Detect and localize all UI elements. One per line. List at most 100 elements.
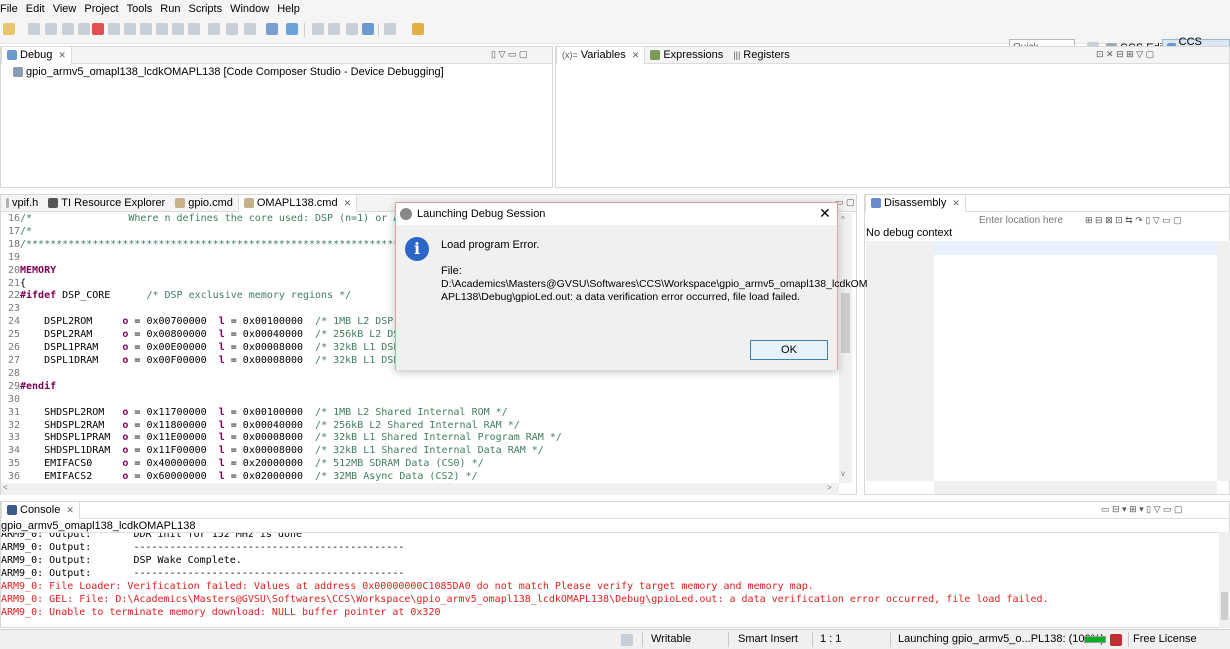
dialog-path-line2: APL138\Debug\gpioLed.out: a data verific… — [441, 291, 800, 303]
step-return-icon[interactable] — [140, 23, 152, 35]
variables-toolbar-icons[interactable]: ⊡ ✕ ⊟ ⊞ ▽ ▢ — [1096, 49, 1154, 60]
debug-view: Debug ✕ ▯ ▽ ▭ ▢ gpio_armv5_omapl138_lcdkO… — [0, 46, 553, 188]
line-number: 35 — [7, 458, 20, 470]
tab-variables[interactable]: (x)= Variables ✕ — [556, 46, 646, 64]
tab-debug[interactable]: Debug ✕ — [1, 46, 72, 64]
line-number: 17 — [7, 225, 20, 237]
terminate-icon[interactable] — [92, 23, 104, 35]
menu-view[interactable]: View — [53, 3, 85, 15]
tab-ti-resource-explorer[interactable]: TI Resource Explorer — [43, 195, 170, 212]
code-line: 30 — [1, 394, 562, 407]
code-line: 33 SHDSPL1PRAM o = 0x11E00000 l = 0x0000… — [1, 432, 562, 445]
status-license: Free License — [1133, 633, 1197, 645]
menu-project[interactable]: Project — [84, 3, 126, 15]
dialog-file-label: File: — [441, 265, 462, 277]
line-number: 21 — [7, 277, 20, 289]
stop-icon[interactable] — [1110, 634, 1122, 646]
tab-gpio-cmd[interactable]: gpio.cmd — [170, 195, 238, 212]
tab-disassembly[interactable]: Disassembly ✕ — [865, 194, 966, 212]
step-over-icon[interactable] — [124, 23, 136, 35]
ok-button[interactable]: OK — [750, 340, 828, 360]
debug-icon — [7, 50, 17, 60]
line-number: 18 — [7, 238, 20, 250]
close-icon[interactable]: ✕ — [58, 50, 66, 61]
disconnect-icon[interactable] — [226, 23, 238, 35]
close-icon[interactable]: ✕ — [819, 205, 831, 222]
editor-hscrollbar[interactable]: < > — [1, 483, 839, 495]
launch-debug-dialog: Launching Debug Session ✕ i Load program… — [395, 202, 868, 370]
menu-file[interactable]: File — [0, 3, 26, 15]
line-number: 30 — [7, 393, 20, 405]
disassembly-icon — [871, 198, 881, 208]
line-number: 27 — [7, 354, 20, 366]
save-icon[interactable] — [28, 23, 40, 35]
line-number: 32 — [7, 419, 20, 431]
close-icon[interactable]: ✕ — [632, 50, 640, 61]
console-line: ARM9_0: GEL: File: D:\Academics\Masters@… — [1, 594, 1049, 605]
line-number: 28 — [7, 367, 20, 379]
view-menu-icons[interactable]: ▯ ▽ ▭ ▢ — [491, 49, 527, 60]
console-icon — [7, 505, 17, 515]
gear-icon[interactable] — [384, 23, 396, 35]
code-line: 32 SHDSPL2RAM o = 0x11800000 l = 0x00040… — [1, 420, 562, 433]
menu-edit[interactable]: Edit — [26, 3, 53, 15]
load-icon[interactable] — [188, 23, 200, 35]
target-icon[interactable] — [244, 23, 256, 35]
restart-icon[interactable] — [156, 23, 168, 35]
registers-icon: ||| — [733, 50, 741, 60]
debug-icon[interactable] — [266, 23, 278, 35]
main-toolbar: Quick Access CCS Edit CCS Debug — [0, 18, 1230, 64]
menu-run[interactable]: Run — [160, 3, 188, 15]
expressions-icon — [650, 50, 661, 60]
tab-expressions[interactable]: Expressions — [645, 47, 728, 64]
code-line: 36 EMIFACS2 o = 0x60000000 l = 0x0200000… — [1, 471, 562, 483]
info-icon: i — [405, 237, 429, 261]
run-icon[interactable] — [286, 23, 298, 35]
disassembly-view: Disassembly ✕ Enter location here ⊞ ⊟ ⊠ ⊡… — [864, 194, 1230, 495]
ti-icon — [48, 198, 59, 208]
tab-console[interactable]: Console ✕ — [1, 501, 80, 519]
debug-session-item[interactable]: gpio_armv5_omapl138_lcdkOMAPL138 [Code C… — [13, 66, 444, 78]
editor-vscrollbar[interactable]: ^ v — [839, 213, 852, 483]
code-line: 35 EMIFACS0 o = 0x40000000 l = 0x2000000… — [1, 458, 562, 471]
console-vscrollbar[interactable] — [1219, 532, 1230, 628]
step-into-icon[interactable] — [108, 23, 120, 35]
console-output[interactable]: ARM9_0: Output: DDR init for 152 MHz is … — [1, 532, 1219, 628]
close-icon[interactable]: ✕ — [66, 505, 74, 516]
menu-bar: File Edit View Project Tools Run Scripts… — [0, 0, 1230, 18]
save-all-icon[interactable] — [45, 23, 57, 35]
disassembly-ruler — [866, 241, 934, 481]
back-icon[interactable] — [312, 23, 324, 35]
console-line: ARM9_0: Unable to terminate memory downl… — [1, 607, 441, 618]
disassembly-vscrollbar[interactable] — [1217, 241, 1230, 481]
console-line: ARM9_0: Output: ------------------------… — [1, 568, 405, 579]
new-icon[interactable] — [3, 23, 15, 35]
close-icon[interactable]: ✕ — [344, 198, 352, 209]
close-icon[interactable]: ✕ — [952, 198, 960, 209]
location-input[interactable]: Enter location here — [975, 214, 1081, 228]
menu-window[interactable]: Window — [230, 3, 277, 15]
disassembly-hscrollbar[interactable] — [934, 481, 1217, 494]
menu-tools[interactable]: Tools — [127, 3, 161, 15]
status-writable: Writable — [651, 633, 692, 645]
dialog-message: Load program Error. — [441, 239, 540, 251]
status-bar: Writable Smart Insert 1 : 1 Launching gp… — [0, 629, 1230, 649]
tab-registers[interactable]: ||| Registers — [728, 47, 794, 64]
console-toolbar-icons[interactable]: ▭ ⊟ ▾ ⊞ ▾ ▯ ▽ ▭ ▢ — [1101, 504, 1183, 515]
build-icon[interactable] — [62, 23, 74, 35]
menu-scripts[interactable]: Scripts — [188, 3, 230, 15]
disassembly-toolbar-icons[interactable]: ⊞ ⊟ ⊠ ⊡ ⇆ ↷ ▯ ▽ ▭ ▢ — [1085, 215, 1182, 226]
connect-icon[interactable] — [208, 23, 220, 35]
code-line: 34 SHDSPL1DRAM o = 0x11F00000 l = 0x0000… — [1, 445, 562, 458]
line-number: 20 — [7, 264, 20, 276]
window-icon[interactable] — [346, 23, 358, 35]
reset-icon[interactable] — [172, 23, 184, 35]
suspend-icon[interactable] — [78, 23, 90, 35]
pen-icon[interactable] — [412, 23, 424, 35]
menu-help[interactable]: Help — [277, 3, 306, 15]
dialog-titlebar: Launching Debug Session ✕ — [396, 203, 837, 225]
tab-vpif-h[interactable]: vpif.h — [1, 195, 43, 212]
tab-omapl138-cmd[interactable]: OMAPL138.cmd ✕ — [237, 194, 358, 212]
forward-icon[interactable] — [328, 23, 340, 35]
search-icon[interactable] — [362, 23, 374, 35]
